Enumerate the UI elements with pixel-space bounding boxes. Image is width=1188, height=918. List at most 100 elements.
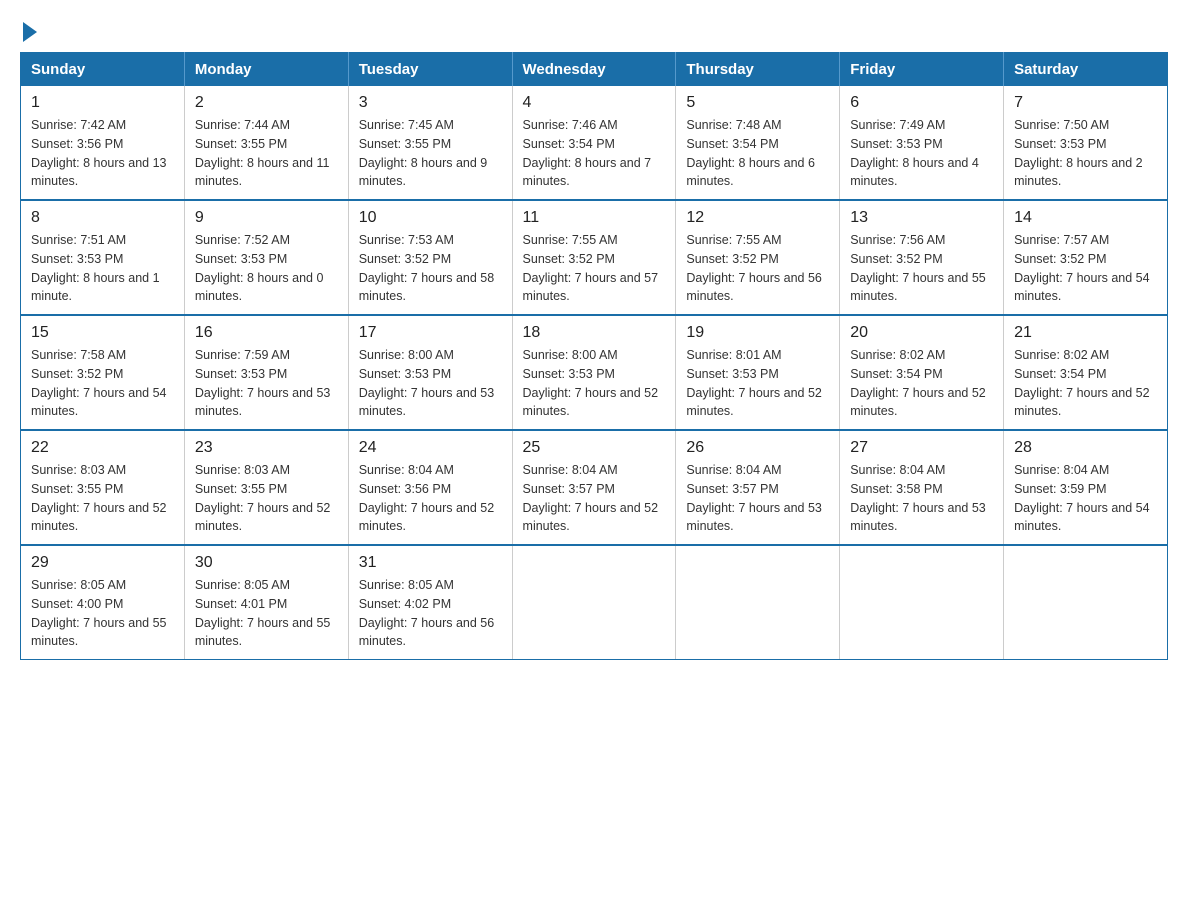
weekday-header-sunday: Sunday xyxy=(21,53,185,87)
calendar-day-cell: 19Sunrise: 8:01 AMSunset: 3:53 PMDayligh… xyxy=(676,315,840,430)
day-info: Sunrise: 8:04 AMSunset: 3:57 PMDaylight:… xyxy=(686,461,829,536)
day-info: Sunrise: 7:57 AMSunset: 3:52 PMDaylight:… xyxy=(1014,231,1157,306)
calendar-day-cell: 5 Sunrise: 7:48 AMSunset: 3:54 PMDaylight… xyxy=(676,86,840,200)
day-number: 4 xyxy=(523,94,666,112)
day-number: 7 xyxy=(1014,94,1157,112)
calendar-day-cell xyxy=(676,545,840,660)
day-info: Sunrise: 8:00 AMSunset: 3:53 PMDaylight:… xyxy=(359,346,502,421)
calendar-day-cell: 8 Sunrise: 7:51 AMSunset: 3:53 PMDaylight… xyxy=(21,200,185,315)
logo-arrow-icon xyxy=(23,22,37,42)
calendar-day-cell xyxy=(840,545,1004,660)
calendar-day-cell: 9Sunrise: 7:52 AMSunset: 3:53 PMDaylight… xyxy=(184,200,348,315)
day-info: Sunrise: 7:55 AMSunset: 3:52 PMDaylight:… xyxy=(686,231,829,306)
calendar-week-row: 1Sunrise: 7:42 AMSunset: 3:56 PMDaylight… xyxy=(21,86,1168,200)
calendar-day-cell: 27Sunrise: 8:04 AMSunset: 3:58 PMDayligh… xyxy=(840,430,1004,545)
day-info: Sunrise: 8:03 AMSunset: 3:55 PMDaylight:… xyxy=(195,461,338,536)
day-number: 26 xyxy=(686,439,829,457)
day-number: 15 xyxy=(31,324,174,342)
day-info: Sunrise: 8:05 AMSunset: 4:02 PMDaylight:… xyxy=(359,576,502,651)
day-info: Sunrise: 7:53 AMSunset: 3:52 PMDaylight:… xyxy=(359,231,502,306)
day-info: Sunrise: 8:04 AMSunset: 3:58 PMDaylight:… xyxy=(850,461,993,536)
day-info: Sunrise: 8:02 AMSunset: 3:54 PMDaylight:… xyxy=(1014,346,1157,421)
calendar-day-cell: 26 Sunrise: 8:04 AMSunset: 3:57 PMDayligh… xyxy=(676,430,840,545)
calendar-day-cell: 13 Sunrise: 7:56 AMSunset: 3:52 PMDayligh… xyxy=(840,200,1004,315)
day-number: 10 xyxy=(359,209,502,227)
weekday-header-row: SundayMondayTuesdayWednesdayThursdayFrid… xyxy=(21,53,1168,87)
day-number: 2 xyxy=(195,94,338,112)
day-info: Sunrise: 8:03 AMSunset: 3:55 PMDaylight:… xyxy=(31,461,174,536)
day-number: 19 xyxy=(686,324,829,342)
calendar-day-cell: 18 Sunrise: 8:00 AMSunset: 3:53 PMDayligh… xyxy=(512,315,676,430)
day-number: 13 xyxy=(850,209,993,227)
calendar-day-cell: 12 Sunrise: 7:55 AMSunset: 3:52 PMDayligh… xyxy=(676,200,840,315)
day-number: 23 xyxy=(195,439,338,457)
day-info: Sunrise: 7:56 AMSunset: 3:52 PMDaylight:… xyxy=(850,231,993,306)
calendar-day-cell: 6Sunrise: 7:49 AMSunset: 3:53 PMDaylight… xyxy=(840,86,1004,200)
day-info: Sunrise: 8:05 AMSunset: 4:00 PMDaylight:… xyxy=(31,576,174,651)
calendar-day-cell: 22 Sunrise: 8:03 AMSunset: 3:55 PMDayligh… xyxy=(21,430,185,545)
calendar-day-cell: 31 Sunrise: 8:05 AMSunset: 4:02 PMDayligh… xyxy=(348,545,512,660)
day-info: Sunrise: 7:48 AMSunset: 3:54 PMDaylight:… xyxy=(686,116,829,191)
day-number: 17 xyxy=(359,324,502,342)
calendar-day-cell: 16 Sunrise: 7:59 AMSunset: 3:53 PMDayligh… xyxy=(184,315,348,430)
day-number: 18 xyxy=(523,324,666,342)
day-number: 31 xyxy=(359,554,502,572)
day-number: 30 xyxy=(195,554,338,572)
weekday-header-monday: Monday xyxy=(184,53,348,87)
calendar-week-row: 22 Sunrise: 8:03 AMSunset: 3:55 PMDayligh… xyxy=(21,430,1168,545)
day-number: 24 xyxy=(359,439,502,457)
day-info: Sunrise: 7:42 AMSunset: 3:56 PMDaylight:… xyxy=(31,116,174,191)
calendar-week-row: 15 Sunrise: 7:58 AMSunset: 3:52 PMDayligh… xyxy=(21,315,1168,430)
calendar-day-cell: 23 Sunrise: 8:03 AMSunset: 3:55 PMDayligh… xyxy=(184,430,348,545)
day-info: Sunrise: 7:52 AMSunset: 3:53 PMDaylight:… xyxy=(195,231,338,306)
calendar-day-cell: 4 Sunrise: 7:46 AMSunset: 3:54 PMDaylight… xyxy=(512,86,676,200)
calendar-day-cell: 29 Sunrise: 8:05 AMSunset: 4:00 PMDayligh… xyxy=(21,545,185,660)
calendar-day-cell: 20Sunrise: 8:02 AMSunset: 3:54 PMDayligh… xyxy=(840,315,1004,430)
weekday-header-wednesday: Wednesday xyxy=(512,53,676,87)
day-number: 21 xyxy=(1014,324,1157,342)
day-info: Sunrise: 7:55 AMSunset: 3:52 PMDaylight:… xyxy=(523,231,666,306)
day-info: Sunrise: 8:05 AMSunset: 4:01 PMDaylight:… xyxy=(195,576,338,651)
day-info: Sunrise: 8:00 AMSunset: 3:53 PMDaylight:… xyxy=(523,346,666,421)
calendar-day-cell: 1Sunrise: 7:42 AMSunset: 3:56 PMDaylight… xyxy=(21,86,185,200)
weekday-header-tuesday: Tuesday xyxy=(348,53,512,87)
calendar-day-cell: 25Sunrise: 8:04 AMSunset: 3:57 PMDayligh… xyxy=(512,430,676,545)
calendar-day-cell: 30 Sunrise: 8:05 AMSunset: 4:01 PMDayligh… xyxy=(184,545,348,660)
calendar-day-cell: 15 Sunrise: 7:58 AMSunset: 3:52 PMDayligh… xyxy=(21,315,185,430)
day-info: Sunrise: 7:45 AMSunset: 3:55 PMDaylight:… xyxy=(359,116,502,191)
day-info: Sunrise: 7:49 AMSunset: 3:53 PMDaylight:… xyxy=(850,116,993,191)
weekday-header-thursday: Thursday xyxy=(676,53,840,87)
day-number: 11 xyxy=(523,209,666,227)
calendar-week-row: 8 Sunrise: 7:51 AMSunset: 3:53 PMDaylight… xyxy=(21,200,1168,315)
calendar-day-cell: 11 Sunrise: 7:55 AMSunset: 3:52 PMDayligh… xyxy=(512,200,676,315)
calendar-day-cell: 17 Sunrise: 8:00 AMSunset: 3:53 PMDayligh… xyxy=(348,315,512,430)
day-number: 3 xyxy=(359,94,502,112)
day-info: Sunrise: 7:59 AMSunset: 3:53 PMDaylight:… xyxy=(195,346,338,421)
calendar-day-cell: 24 Sunrise: 8:04 AMSunset: 3:56 PMDayligh… xyxy=(348,430,512,545)
calendar-week-row: 29 Sunrise: 8:05 AMSunset: 4:00 PMDayligh… xyxy=(21,545,1168,660)
day-number: 29 xyxy=(31,554,174,572)
calendar-day-cell: 10 Sunrise: 7:53 AMSunset: 3:52 PMDayligh… xyxy=(348,200,512,315)
day-number: 16 xyxy=(195,324,338,342)
day-number: 12 xyxy=(686,209,829,227)
calendar-header: SundayMondayTuesdayWednesdayThursdayFrid… xyxy=(21,53,1168,87)
day-info: Sunrise: 7:58 AMSunset: 3:52 PMDaylight:… xyxy=(31,346,174,421)
day-info: Sunrise: 7:50 AMSunset: 3:53 PMDaylight:… xyxy=(1014,116,1157,191)
day-number: 25 xyxy=(523,439,666,457)
calendar-day-cell: 2 Sunrise: 7:44 AMSunset: 3:55 PMDaylight… xyxy=(184,86,348,200)
calendar-day-cell: 3 Sunrise: 7:45 AMSunset: 3:55 PMDaylight… xyxy=(348,86,512,200)
day-info: Sunrise: 7:46 AMSunset: 3:54 PMDaylight:… xyxy=(523,116,666,191)
logo xyxy=(20,20,37,42)
day-number: 22 xyxy=(31,439,174,457)
day-info: Sunrise: 7:44 AMSunset: 3:55 PMDaylight:… xyxy=(195,116,338,191)
day-info: Sunrise: 8:04 AMSunset: 3:59 PMDaylight:… xyxy=(1014,461,1157,536)
calendar-day-cell xyxy=(512,545,676,660)
calendar-day-cell: 21 Sunrise: 8:02 AMSunset: 3:54 PMDayligh… xyxy=(1004,315,1168,430)
weekday-header-saturday: Saturday xyxy=(1004,53,1168,87)
calendar-day-cell: 28Sunrise: 8:04 AMSunset: 3:59 PMDayligh… xyxy=(1004,430,1168,545)
day-number: 8 xyxy=(31,209,174,227)
day-info: Sunrise: 7:51 AMSunset: 3:53 PMDaylight:… xyxy=(31,231,174,306)
day-info: Sunrise: 8:04 AMSunset: 3:56 PMDaylight:… xyxy=(359,461,502,536)
day-number: 5 xyxy=(686,94,829,112)
calendar-day-cell xyxy=(1004,545,1168,660)
